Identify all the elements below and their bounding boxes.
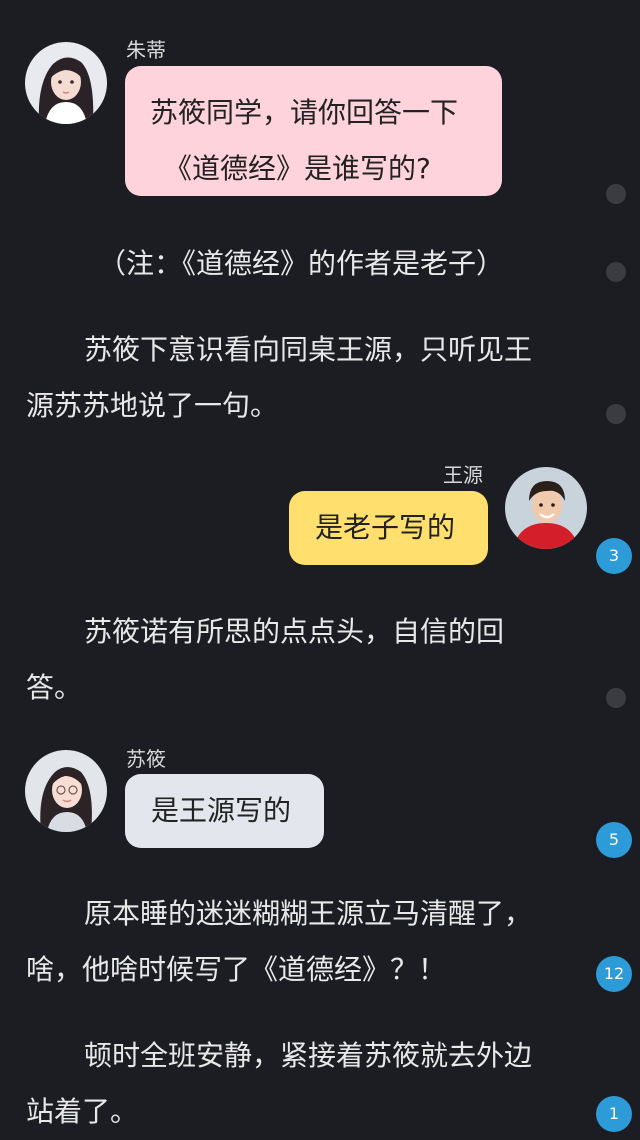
message-bubble-suxiao[interactable]: 是王源写的 xyxy=(125,774,324,848)
message-bubble-wangyuan[interactable]: 是老子写的 xyxy=(289,491,488,565)
comment-count-badge[interactable]: 3 xyxy=(596,538,632,574)
sender-name-zhudi: 朱蒂 xyxy=(126,38,166,62)
comment-dot[interactable] xyxy=(606,184,626,204)
sender-name-wangyuan: 王源 xyxy=(443,463,483,487)
avatar-wangyuan[interactable] xyxy=(505,467,587,549)
narration-paragraph-4: 顿时全班安静，紧接着苏筱就去外边 站着了。 xyxy=(26,1039,533,1128)
comment-count-badge[interactable]: 1 xyxy=(596,1096,632,1132)
message-line: 《道德经》是谁写的? xyxy=(164,152,431,185)
narration-paragraph-2: 苏筱诺有所思的点点头，自信的回 答。 xyxy=(26,615,505,704)
narration-paragraph-1: 苏筱下意识看向同桌王源，只听见王 源苏苏地说了一句。 xyxy=(26,333,533,422)
comment-dot[interactable] xyxy=(606,262,626,282)
message-bubble-zhudi[interactable]: 苏筱同学，请你回答一下 《道德经》是谁写的? xyxy=(125,66,502,196)
comment-dot[interactable] xyxy=(606,404,626,424)
message-line: 苏筱同学，请你回答一下 xyxy=(150,96,459,129)
comment-count-badge[interactable]: 12 xyxy=(596,956,632,992)
comment-dot[interactable] xyxy=(606,688,626,708)
avatar-suxiao[interactable] xyxy=(25,750,107,832)
sender-name-suxiao: 苏筱 xyxy=(126,747,166,771)
narration-note: （注：《道德经》的作者是老子） xyxy=(98,247,505,280)
comment-count-badge[interactable]: 5 xyxy=(596,822,632,858)
avatar-zhudi[interactable] xyxy=(25,42,107,124)
narration-paragraph-3: 原本睡的迷迷糊糊王源立马清醒了， 啥，他啥时候写了《道德经》？！ xyxy=(26,897,533,986)
